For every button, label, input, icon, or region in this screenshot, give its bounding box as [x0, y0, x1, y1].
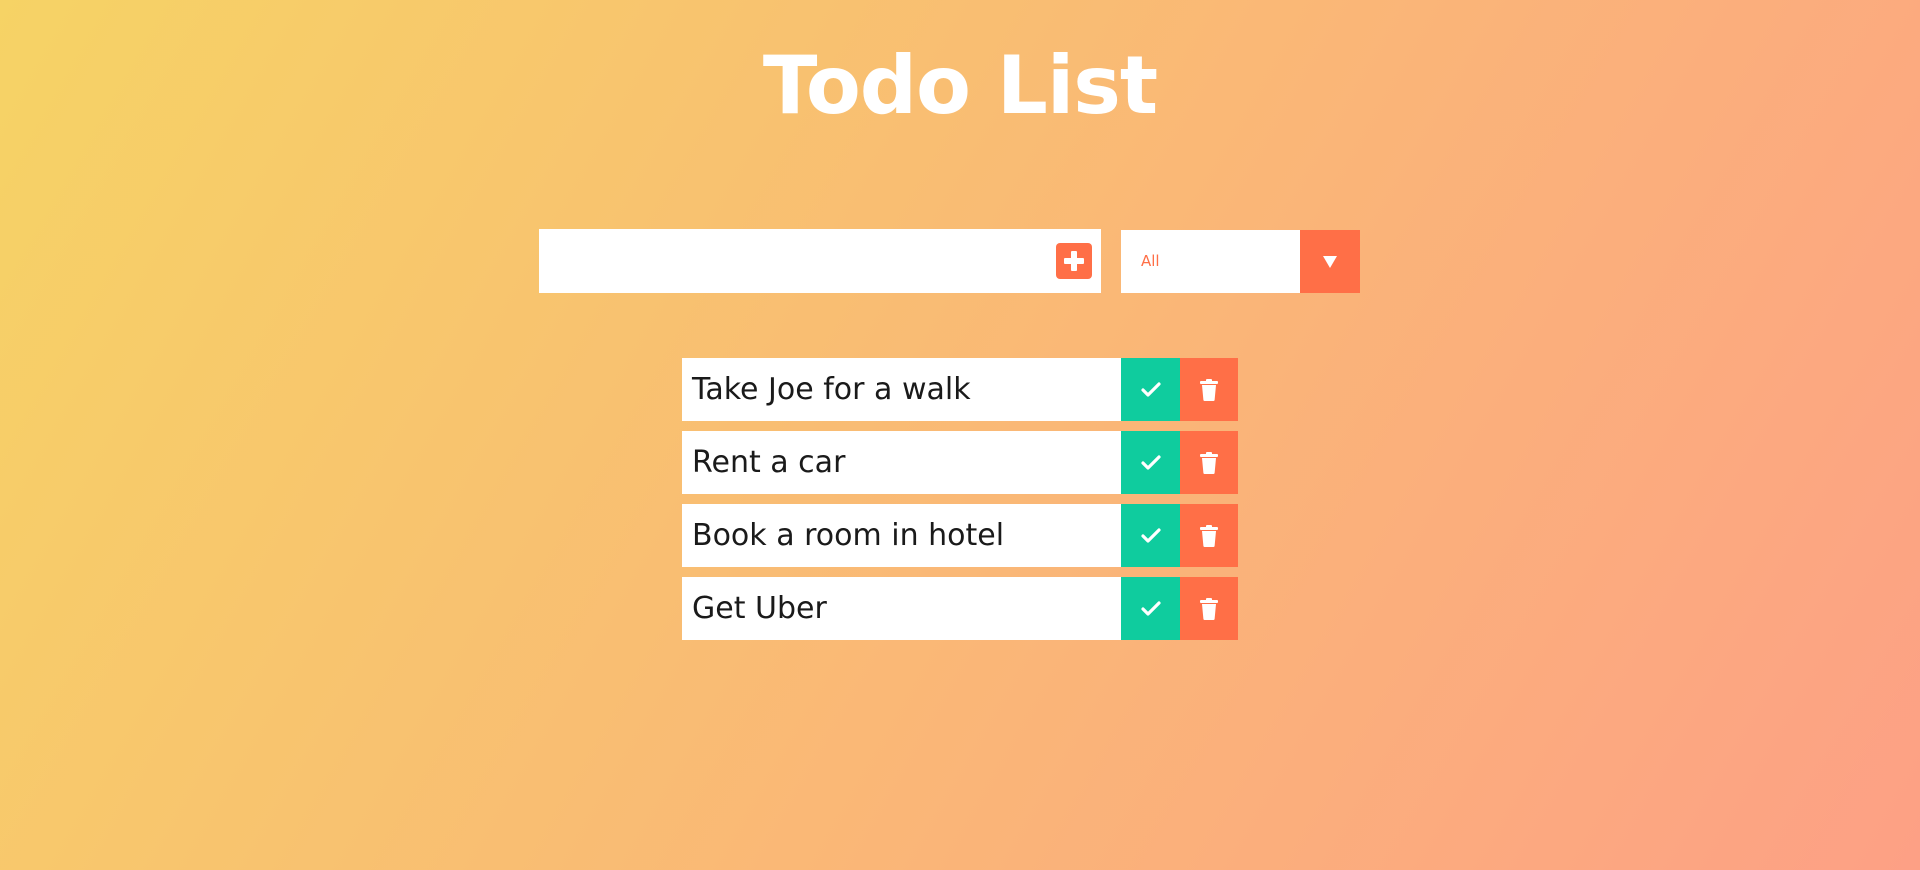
plus-icon: [1064, 251, 1084, 271]
todo-item: Get Uber: [682, 577, 1238, 640]
todo-text: Book a room in hotel: [692, 518, 1005, 553]
todo-text: Take Joe for a walk: [692, 372, 971, 407]
todo-list: Take Joe for a walk Rent a car Book a ro…: [682, 358, 1238, 650]
complete-button[interactable]: [1121, 577, 1180, 640]
caret-down-icon: [1323, 256, 1337, 268]
trash-icon: [1200, 451, 1218, 474]
add-todo-button[interactable]: [1056, 243, 1092, 279]
complete-button[interactable]: [1121, 504, 1180, 567]
check-icon: [1140, 527, 1161, 543]
delete-button[interactable]: [1180, 504, 1238, 567]
filter-select[interactable]: All: [1121, 230, 1360, 293]
check-icon: [1140, 381, 1161, 397]
todo-text: Rent a car: [692, 445, 846, 480]
todo-text: Get Uber: [692, 591, 827, 626]
todo-item: Take Joe for a walk: [682, 358, 1238, 421]
filter-selected-value: All: [1141, 252, 1160, 270]
delete-button[interactable]: [1180, 431, 1238, 494]
todo-form: All: [539, 229, 1360, 293]
todo-item: Book a room in hotel: [682, 504, 1238, 567]
complete-button[interactable]: [1121, 358, 1180, 421]
trash-icon: [1200, 378, 1218, 401]
todo-item: Rent a car: [682, 431, 1238, 494]
delete-button[interactable]: [1180, 358, 1238, 421]
page-title: Todo List: [762, 39, 1158, 132]
check-icon: [1140, 600, 1161, 616]
delete-button[interactable]: [1180, 577, 1238, 640]
check-icon: [1140, 454, 1161, 470]
trash-icon: [1200, 524, 1218, 547]
todo-input[interactable]: [539, 229, 1039, 293]
trash-icon: [1200, 597, 1218, 620]
complete-button[interactable]: [1121, 431, 1180, 494]
todo-input-container: [539, 229, 1101, 293]
filter-dropdown-button[interactable]: [1300, 230, 1360, 293]
